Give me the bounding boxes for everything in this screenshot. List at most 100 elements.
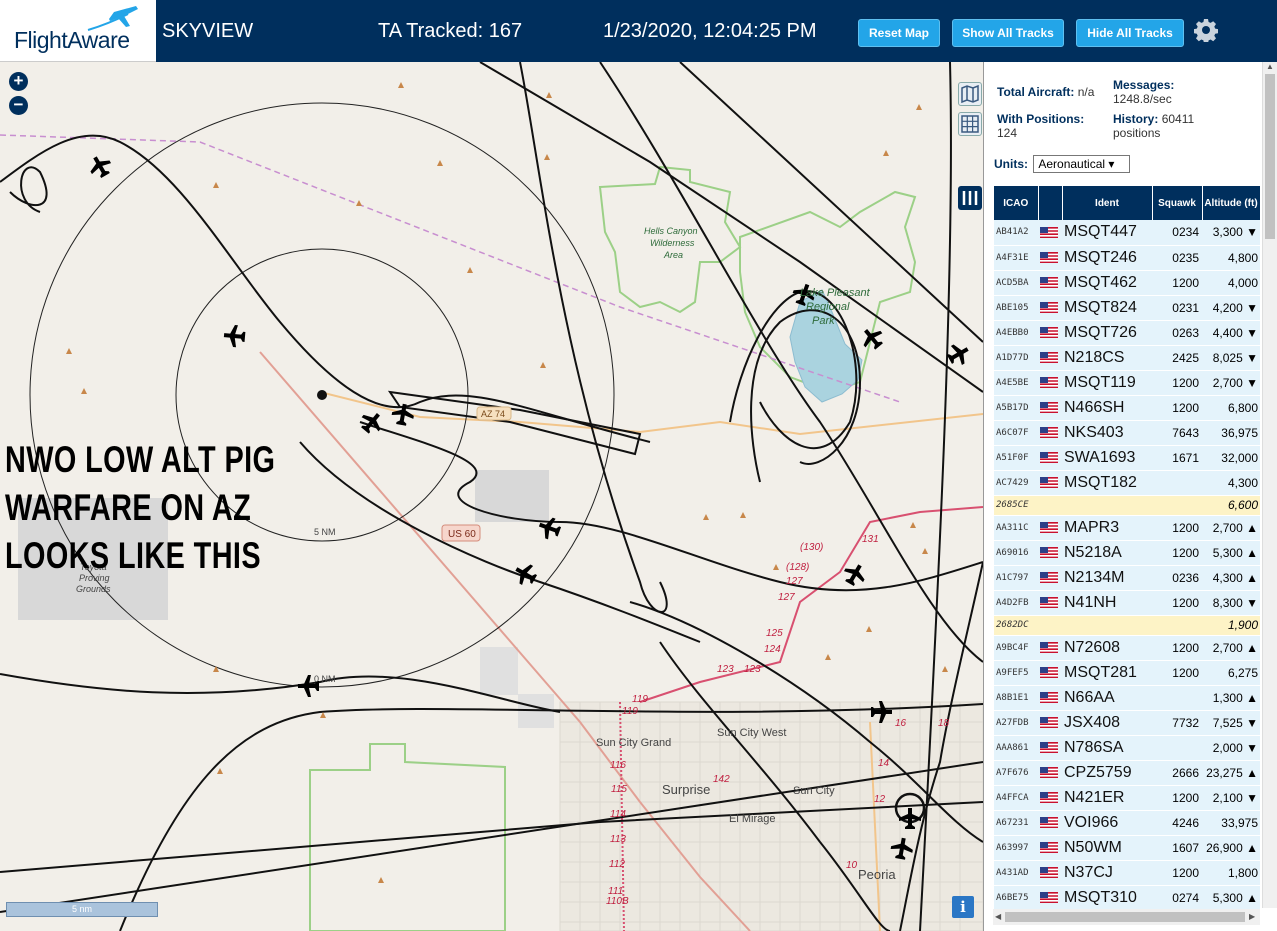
table-row[interactable]: A9BC4F N72608 1200 2,700 ▲	[994, 635, 1260, 661]
table-row[interactable]: A9FEF5 MSQT281 1200 6,275	[994, 660, 1260, 686]
us-flag-icon	[1040, 666, 1058, 678]
table-row[interactable]: A6C07F NKS403 7643 36,975	[994, 420, 1260, 446]
table-row[interactable]: 2685CE 6,600	[994, 495, 1260, 516]
svg-text:14: 14	[878, 758, 890, 769]
table-row[interactable]: A431AD N37CJ 1200 1,800	[994, 860, 1260, 886]
icao-cell: A5B17D	[994, 395, 1038, 421]
flag-cell	[1038, 445, 1062, 471]
svg-text:112: 112	[609, 859, 625, 870]
vertical-scroll-thumb[interactable]	[1265, 74, 1275, 239]
squawk-cell: 1200	[1152, 270, 1202, 296]
scroll-left-arrow[interactable]: ◀	[995, 912, 1001, 921]
svg-text:127: 127	[778, 592, 795, 603]
altitude-cell: 33,975	[1202, 810, 1260, 836]
icao-cell: A63997	[994, 835, 1038, 861]
altitude-cell: 6,600	[1202, 495, 1260, 516]
us-flag-icon	[1040, 451, 1058, 463]
altitude-cell: 4,800	[1202, 245, 1260, 271]
col-ident[interactable]: Ident	[1062, 186, 1153, 220]
flag-cell	[1038, 735, 1062, 761]
sidebar-toggle-button[interactable]	[958, 186, 982, 210]
aircraft-table-wrap: ICAO Ident Squawk Altitude (ft) AB41A2 MS…	[994, 186, 1260, 910]
table-row[interactable]: ABE105 MSQT824 0231 4,200 ▼	[994, 295, 1260, 321]
table-row[interactable]: A51F0F SWA1693 1671 32,000	[994, 445, 1260, 471]
altitude-cell: 26,900 ▲	[1202, 835, 1260, 861]
sidebar-vertical-scrollbar[interactable]: ▲	[1262, 62, 1277, 908]
flag-cell	[1038, 835, 1062, 861]
altitude-cell: 4,000	[1202, 270, 1260, 296]
table-row[interactable]: AB41A2 MSQT447 0234 3,300 ▼	[994, 220, 1260, 246]
table-row[interactable]: AAA861 N786SA 2,000 ▼	[994, 735, 1260, 761]
reset-map-button[interactable]: Reset Map	[858, 19, 940, 47]
flag-cell	[1038, 760, 1062, 786]
table-row[interactable]: A4FFCA N421ER 1200 2,100 ▼	[994, 785, 1260, 811]
ident-cell: N218CS	[1062, 345, 1152, 371]
table-row[interactable]: A8B1E1 N66AA 1,300 ▲	[994, 685, 1260, 711]
col-altitude[interactable]: Altitude (ft)	[1202, 186, 1260, 220]
table-row[interactable]: ACD5BA MSQT462 1200 4,000	[994, 270, 1260, 296]
flag-cell	[1038, 320, 1062, 346]
table-row[interactable]: A4D2FB N41NH 1200 8,300 ▼	[994, 590, 1260, 616]
icao-cell: A4D2FB	[994, 590, 1038, 616]
altitude-cell: 32,000	[1202, 445, 1260, 471]
table-row[interactable]: A67231 VOI966 4246 33,975	[994, 810, 1260, 836]
horizontal-scroll-thumb[interactable]	[1005, 912, 1245, 922]
info-button[interactable]: i	[952, 896, 974, 918]
map-layers-button[interactable]	[958, 82, 982, 106]
altitude-cell: 8,300 ▼	[1202, 590, 1260, 616]
us-flag-icon	[1040, 891, 1058, 903]
svg-text:115: 115	[611, 784, 627, 795]
top-header: FlightAware SKYVIEW TA Tracked: 167 1/23…	[0, 0, 1277, 62]
boundary-dashed	[0, 134, 901, 403]
flightaware-logo[interactable]: FlightAware	[0, 0, 156, 62]
table-row[interactable]: A63997 N50WM 1607 26,900 ▲	[994, 835, 1260, 861]
grid-toggle-button[interactable]	[958, 112, 982, 136]
scroll-up-arrow[interactable]: ▲	[1266, 62, 1274, 71]
stat-positions-value: 124	[997, 126, 1018, 140]
svg-text:113: 113	[610, 834, 626, 845]
flag-cell	[1038, 370, 1062, 396]
col-flag[interactable]	[1038, 186, 1063, 220]
ident-cell: MSQT447	[1062, 220, 1152, 246]
table-row[interactable]: AC7429 MSQT182 4,300	[994, 470, 1260, 496]
table-row[interactable]: AA311C MAPR3 1200 2,700 ▲	[994, 515, 1260, 541]
flag-cell	[1038, 685, 1062, 711]
table-row[interactable]: A69016 N5218A 1200 5,300 ▲	[994, 540, 1260, 566]
table-row[interactable]: A4EBB0 MSQT726 0263 4,400 ▼	[994, 320, 1260, 346]
sidebar-horizontal-scrollbar[interactable]: ◀ ▶	[993, 909, 1260, 925]
svg-text:142: 142	[713, 774, 730, 785]
label-surprise: Surprise	[662, 782, 710, 797]
zoom-in-button[interactable]: +	[9, 72, 28, 91]
units-select[interactable]: Aeronautical ▾	[1033, 155, 1131, 173]
svg-text:116: 116	[610, 760, 626, 771]
us-flag-icon	[1040, 276, 1058, 288]
us-flag-icon	[1040, 546, 1058, 558]
table-row[interactable]: A5B17D N466SH 1200 6,800	[994, 395, 1260, 421]
table-row[interactable]: A1C797 N2134M 0236 4,300 ▲	[994, 565, 1260, 591]
table-row[interactable]: A4F31E MSQT246 0235 4,800	[994, 245, 1260, 271]
col-icao[interactable]: ICAO	[994, 186, 1039, 220]
scroll-right-arrow[interactable]: ▶	[1249, 912, 1255, 921]
road-label-az74: AZ 74	[481, 409, 505, 419]
icao-cell: A1D77D	[994, 345, 1038, 371]
zoom-out-button[interactable]: −	[9, 96, 28, 115]
hide-all-tracks-button[interactable]: Hide All Tracks	[1076, 19, 1184, 47]
label-lake-pleasant-3: Park	[812, 315, 835, 327]
table-row[interactable]: A4E5BE MSQT119 1200 2,700 ▼	[994, 370, 1260, 396]
flag-cell	[1038, 245, 1062, 271]
gear-icon[interactable]	[1194, 18, 1218, 42]
icao-cell: A4F31E	[994, 245, 1038, 271]
table-row[interactable]: A7F676 CPZ5759 2666 23,275 ▲	[994, 760, 1260, 786]
ident-cell: N421ER	[1062, 785, 1152, 811]
svg-text:114: 114	[610, 809, 626, 820]
show-all-tracks-button[interactable]: Show All Tracks	[952, 19, 1064, 47]
col-squawk[interactable]: Squawk	[1152, 186, 1203, 220]
flag-cell	[1038, 565, 1062, 591]
svg-text:110B: 110B	[606, 896, 629, 907]
table-row[interactable]: 2682DC 1,900	[994, 615, 1260, 636]
map-view[interactable]: (130) 131 (128) 127 127 125 124 123 123 119 119…	[0, 62, 983, 931]
table-row[interactable]: A27FDB JSX408 7732 7,525 ▼	[994, 710, 1260, 736]
table-row[interactable]: A1D77D N218CS 2425 8,025 ▼	[994, 345, 1260, 371]
squawk-cell: 1671	[1152, 445, 1202, 471]
table-row[interactable]: A6BE75 MSQT310 0274 5,300 ▲	[994, 885, 1260, 910]
